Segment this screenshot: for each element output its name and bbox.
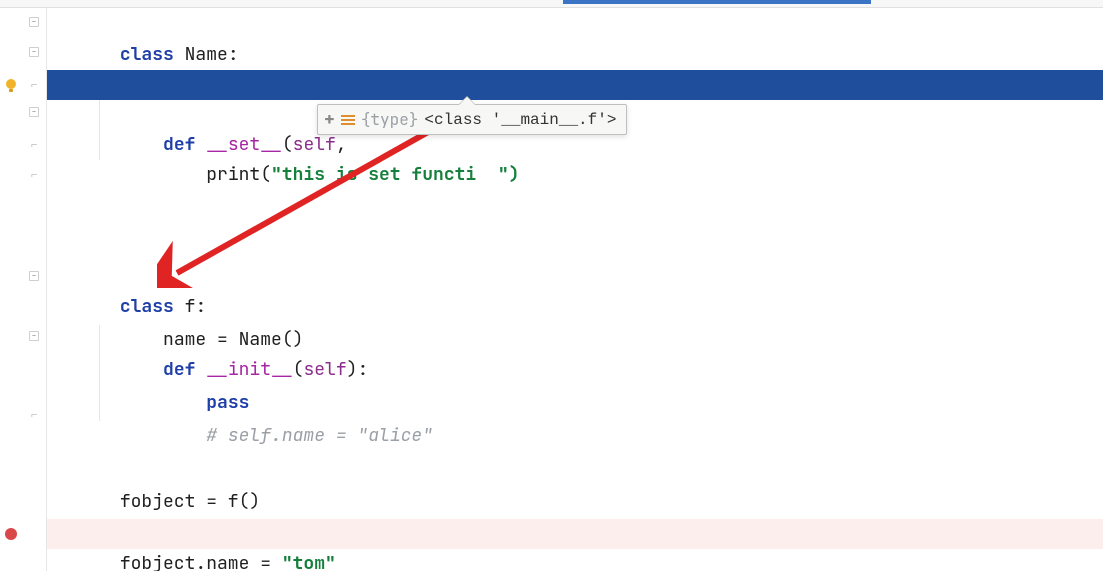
fold-toggle-icon[interactable]: - [29,47,39,57]
code-line-selected[interactable]: return "peter" [47,70,1103,100]
code-area[interactable]: class Name: def __get__(self, instance, … [47,8,1103,571]
code-line[interactable]: def __get__(self, instance, owner): inst… [47,40,1103,70]
breakpoint-dot-icon[interactable] [5,528,17,540]
debug-value-tooltip[interactable]: + {type} <class '__main__.f'> [317,104,627,135]
active-tab-indicator [563,0,871,4]
code-line[interactable]: def __init__(self): [47,325,1103,355]
breakpoint-gutter[interactable] [0,8,22,571]
code-line-blank[interactable] [47,190,1103,220]
tab-strip [0,0,1103,8]
indent-guide [99,100,100,160]
code-line-blank[interactable] [47,421,1103,451]
tooltip-type-label: {type} [361,109,419,130]
fold-toggle-icon[interactable]: - [29,107,39,117]
fold-toggle-icon[interactable]: - [29,331,39,341]
fold-close-icon[interactable]: ⌐ [22,400,46,430]
code-line[interactable]: pass [47,358,1103,388]
fold-close-icon[interactable]: ⌐ [22,130,46,160]
expand-plus-icon[interactable]: + [324,111,335,129]
tooltip-value: <class '__main__.f'> [424,111,616,129]
code-line[interactable]: class f: [47,262,1103,292]
code-line[interactable]: fobject = f() [47,457,1103,487]
fold-close-icon[interactable]: ⌐ [22,70,46,100]
object-list-icon [341,115,355,125]
code-line[interactable]: class Name: [47,10,1103,40]
fold-toggle-icon[interactable]: - [29,17,39,27]
code-line[interactable]: name = Name() [47,295,1103,325]
code-line[interactable]: # self.name = "alice" [47,391,1103,421]
code-line[interactable]: print(fobject name) [47,551,1103,571]
code-line-breakpoint[interactable]: fobject.name = "tom" [47,519,1103,549]
fold-toggle-icon[interactable]: - [29,271,39,281]
intention-bulb-icon[interactable] [0,70,22,100]
code-line-blank[interactable] [47,160,1103,190]
fold-close-icon[interactable]: ⌐ [22,160,46,190]
editor: - - ⌐ - ⌐ ⌐ - - ⌐ class Name: def __get_… [0,8,1103,571]
fold-gutter[interactable]: - - ⌐ - ⌐ ⌐ - - ⌐ [22,8,47,571]
indent-guide [99,325,100,421]
code-line-blank[interactable] [47,220,1103,250]
code-line[interactable]: print(fobject.name) [47,487,1103,517]
